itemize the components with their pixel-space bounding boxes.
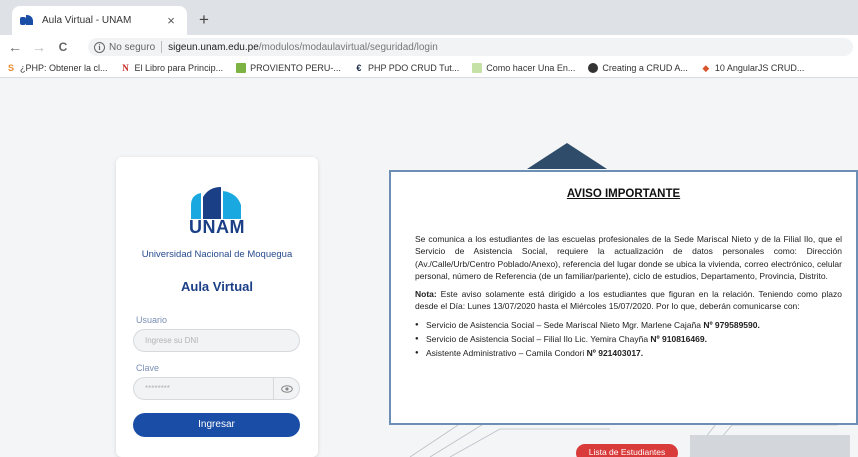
circle-icon bbox=[588, 62, 599, 73]
bookmark-label: 10 AngularJS CRUD... bbox=[714, 62, 805, 73]
notice-panel: AVISO IMPORTANTE Se comunica a los estud… bbox=[389, 170, 858, 425]
student-list-button[interactable]: Lista de Estudiantes bbox=[576, 444, 678, 457]
proviento-icon bbox=[236, 62, 247, 73]
forward-icon[interactable]: → bbox=[30, 39, 48, 55]
username-input[interactable]: Ingrese su DNI bbox=[133, 329, 300, 352]
bookmark-label: PHP PDO CRUD Tut... bbox=[367, 62, 460, 73]
php-icon: S bbox=[7, 62, 14, 73]
info-icon[interactable]: i bbox=[94, 41, 105, 53]
unam-logo-icon bbox=[191, 187, 241, 219]
notice-note: Nota: Este aviso solamente está dirigido… bbox=[415, 288, 842, 313]
contact-text: Servicio de Asistencia Social – Filial I… bbox=[426, 334, 651, 345]
bookmark-label: ¿PHP: Obtener la cl... bbox=[20, 62, 108, 73]
new-tab-icon[interactable]: + bbox=[193, 9, 215, 31]
contact-text: Servicio de Asistencia Social – Sede Mar… bbox=[426, 319, 704, 330]
url-path: /modulos/modaulavirtual/seguridad/login bbox=[258, 41, 438, 53]
bookmark-label: Creating a CRUD A... bbox=[602, 62, 688, 73]
decorative-triangle bbox=[527, 143, 607, 169]
notice-title: AVISO IMPORTANTE bbox=[566, 188, 681, 200]
browser-toolbar: ← → C i No seguro sigeun.unam.edu.pe /mo… bbox=[0, 35, 858, 58]
n-icon: N bbox=[122, 62, 129, 73]
note-label: Nota: bbox=[415, 289, 437, 300]
university-name: Universidad Nacional de Moquegua bbox=[141, 249, 293, 260]
bookmark-item[interactable]: PROVIENTO PERU-... bbox=[236, 62, 341, 73]
contact-item: Servicio de Asistencia Social – Sede Mar… bbox=[415, 319, 842, 332]
bookmark-item[interactable]: Como hacer Una En... bbox=[472, 62, 576, 73]
bookmark-label: Como hacer Una En... bbox=[486, 62, 576, 73]
security-label: No seguro bbox=[109, 41, 156, 53]
password-value: ******** bbox=[145, 384, 170, 393]
doc-icon bbox=[472, 62, 483, 73]
contact-phone: Nº 979589590. bbox=[703, 319, 760, 330]
page-content: UNAM Universidad Nacional de Moquegua Au… bbox=[0, 79, 858, 457]
bookmark-item[interactable]: N El Libro para Princip... bbox=[121, 62, 224, 73]
contact-item: Servicio de Asistencia Social – Filial I… bbox=[415, 333, 842, 346]
contact-item: Asistente Administrativo – Camila Condor… bbox=[415, 347, 842, 360]
note-text: Este aviso solamente está dirigido a los… bbox=[415, 289, 842, 312]
cc-icon: € bbox=[356, 62, 362, 73]
tab-title: Aula Virtual - UNAM bbox=[42, 15, 132, 26]
address-bar[interactable]: i No seguro sigeun.unam.edu.pe /modulos/… bbox=[88, 38, 853, 56]
bookmarks-bar: S ¿PHP: Obtener la cl... N El Libro para P… bbox=[0, 58, 858, 78]
unam-favicon-icon bbox=[20, 14, 34, 27]
contact-text: Asistente Administrativo – Camila Condor… bbox=[426, 348, 587, 359]
browser-tab[interactable]: Aula Virtual - UNAM × bbox=[12, 6, 187, 35]
reload-icon[interactable]: C bbox=[54, 40, 72, 54]
bookmark-label: PROVIENTO PERU-... bbox=[250, 62, 341, 73]
bookmark-label: El Libro para Princip... bbox=[134, 62, 224, 73]
eye-icon bbox=[280, 384, 293, 393]
login-button[interactable]: Ingresar bbox=[133, 413, 300, 437]
logo-text: UNAM bbox=[189, 217, 245, 237]
contact-phone: Nº 910816469. bbox=[650, 334, 707, 345]
show-password-button[interactable] bbox=[273, 378, 299, 399]
login-heading: Aula Virtual bbox=[180, 279, 253, 294]
url-host: sigeun.unam.edu.pe bbox=[168, 41, 259, 53]
password-input[interactable]: ******** bbox=[133, 377, 300, 400]
back-icon[interactable]: ← bbox=[6, 39, 24, 55]
username-label: Usuario bbox=[136, 315, 168, 325]
angular-icon: ◆ bbox=[702, 62, 710, 73]
tab-close-icon[interactable]: × bbox=[163, 13, 179, 28]
contacts-list: Servicio de Asistencia Social – Sede Mar… bbox=[415, 319, 842, 360]
notice-body: Se comunica a los estudiantes de las esc… bbox=[415, 233, 842, 362]
bookmark-item[interactable]: € PHP PDO CRUD Tut... bbox=[354, 63, 459, 73]
bookmark-item[interactable]: Creating a CRUD A... bbox=[588, 62, 688, 73]
contact-phone: Nº 921403017. bbox=[586, 348, 644, 359]
bookmark-item[interactable]: S ¿PHP: Obtener la cl... bbox=[6, 63, 108, 73]
browser-tab-bar: Aula Virtual - UNAM × + bbox=[0, 0, 858, 35]
notice-paragraph: Se comunica a los estudiantes de las esc… bbox=[415, 234, 842, 281]
password-label: Clave bbox=[136, 363, 160, 373]
address-divider bbox=[161, 41, 163, 53]
login-card: UNAM Universidad Nacional de Moquegua Au… bbox=[116, 157, 318, 457]
bookmark-item[interactable]: ◆ 10 AngularJS CRUD... bbox=[701, 62, 805, 73]
